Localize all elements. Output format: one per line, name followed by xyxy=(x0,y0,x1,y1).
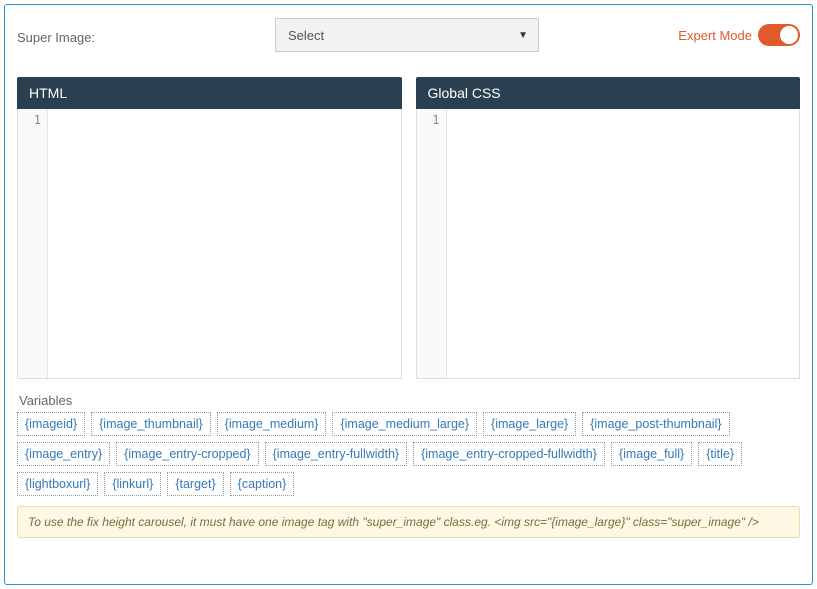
variable-chip[interactable]: {image_large} xyxy=(483,412,576,436)
variable-chip[interactable]: {image_entry-cropped} xyxy=(116,442,258,466)
variables-chips: {imageid}{image_thumbnail}{image_medium}… xyxy=(17,412,800,496)
super-image-label: Super Image: xyxy=(17,26,275,45)
select-value: Select xyxy=(288,28,324,43)
variable-chip[interactable]: {image_post-thumbnail} xyxy=(582,412,729,436)
editors-row: HTML 1 Global CSS 1 xyxy=(17,77,800,379)
variable-chip[interactable]: {lightboxurl} xyxy=(17,472,98,496)
line-number: 1 xyxy=(417,113,440,127)
expert-mode-label: Expert Mode xyxy=(678,28,752,43)
variables-label: Variables xyxy=(19,393,800,408)
variable-chip[interactable]: {image_thumbnail} xyxy=(91,412,211,436)
variable-chip[interactable]: {image_medium} xyxy=(217,412,327,436)
variable-chip[interactable]: {image_full} xyxy=(611,442,692,466)
variable-chip[interactable]: {target} xyxy=(167,472,223,496)
expert-mode-group: Expert Mode xyxy=(678,24,800,46)
variable-chip[interactable]: {image_entry-fullwidth} xyxy=(265,442,407,466)
variable-chip[interactable]: {image_entry} xyxy=(17,442,110,466)
super-image-select-col: Select ▼ xyxy=(275,18,539,52)
css-editor: Global CSS 1 xyxy=(416,77,801,379)
css-editor-body: 1 xyxy=(416,109,801,379)
info-note: To use the fix height carousel, it must … xyxy=(17,506,800,538)
line-number: 1 xyxy=(18,113,41,127)
css-editor-textarea[interactable] xyxy=(447,109,800,378)
super-image-panel: Super Image: Select ▼ Expert Mode HTML 1 xyxy=(4,4,813,585)
variable-chip[interactable]: {title} xyxy=(698,442,742,466)
variable-chip[interactable]: {image_entry-cropped-fullwidth} xyxy=(413,442,605,466)
chevron-down-icon: ▼ xyxy=(518,30,528,41)
html-editor-title: HTML xyxy=(17,77,402,109)
expert-mode-toggle[interactable] xyxy=(758,24,800,46)
variable-chip[interactable]: {caption} xyxy=(230,472,295,496)
html-editor: HTML 1 xyxy=(17,77,402,379)
super-image-select[interactable]: Select ▼ xyxy=(275,18,539,52)
variable-chip[interactable]: {image_medium_large} xyxy=(332,412,477,436)
variable-chip[interactable]: {linkurl} xyxy=(104,472,161,496)
css-editor-title: Global CSS xyxy=(416,77,801,109)
html-editor-gutter: 1 xyxy=(18,109,48,378)
html-editor-textarea[interactable] xyxy=(48,109,401,378)
css-editor-gutter: 1 xyxy=(417,109,447,378)
toggle-knob xyxy=(780,26,798,44)
html-editor-body: 1 xyxy=(17,109,402,379)
variable-chip[interactable]: {imageid} xyxy=(17,412,85,436)
top-row: Super Image: Select ▼ Expert Mode xyxy=(17,13,800,57)
